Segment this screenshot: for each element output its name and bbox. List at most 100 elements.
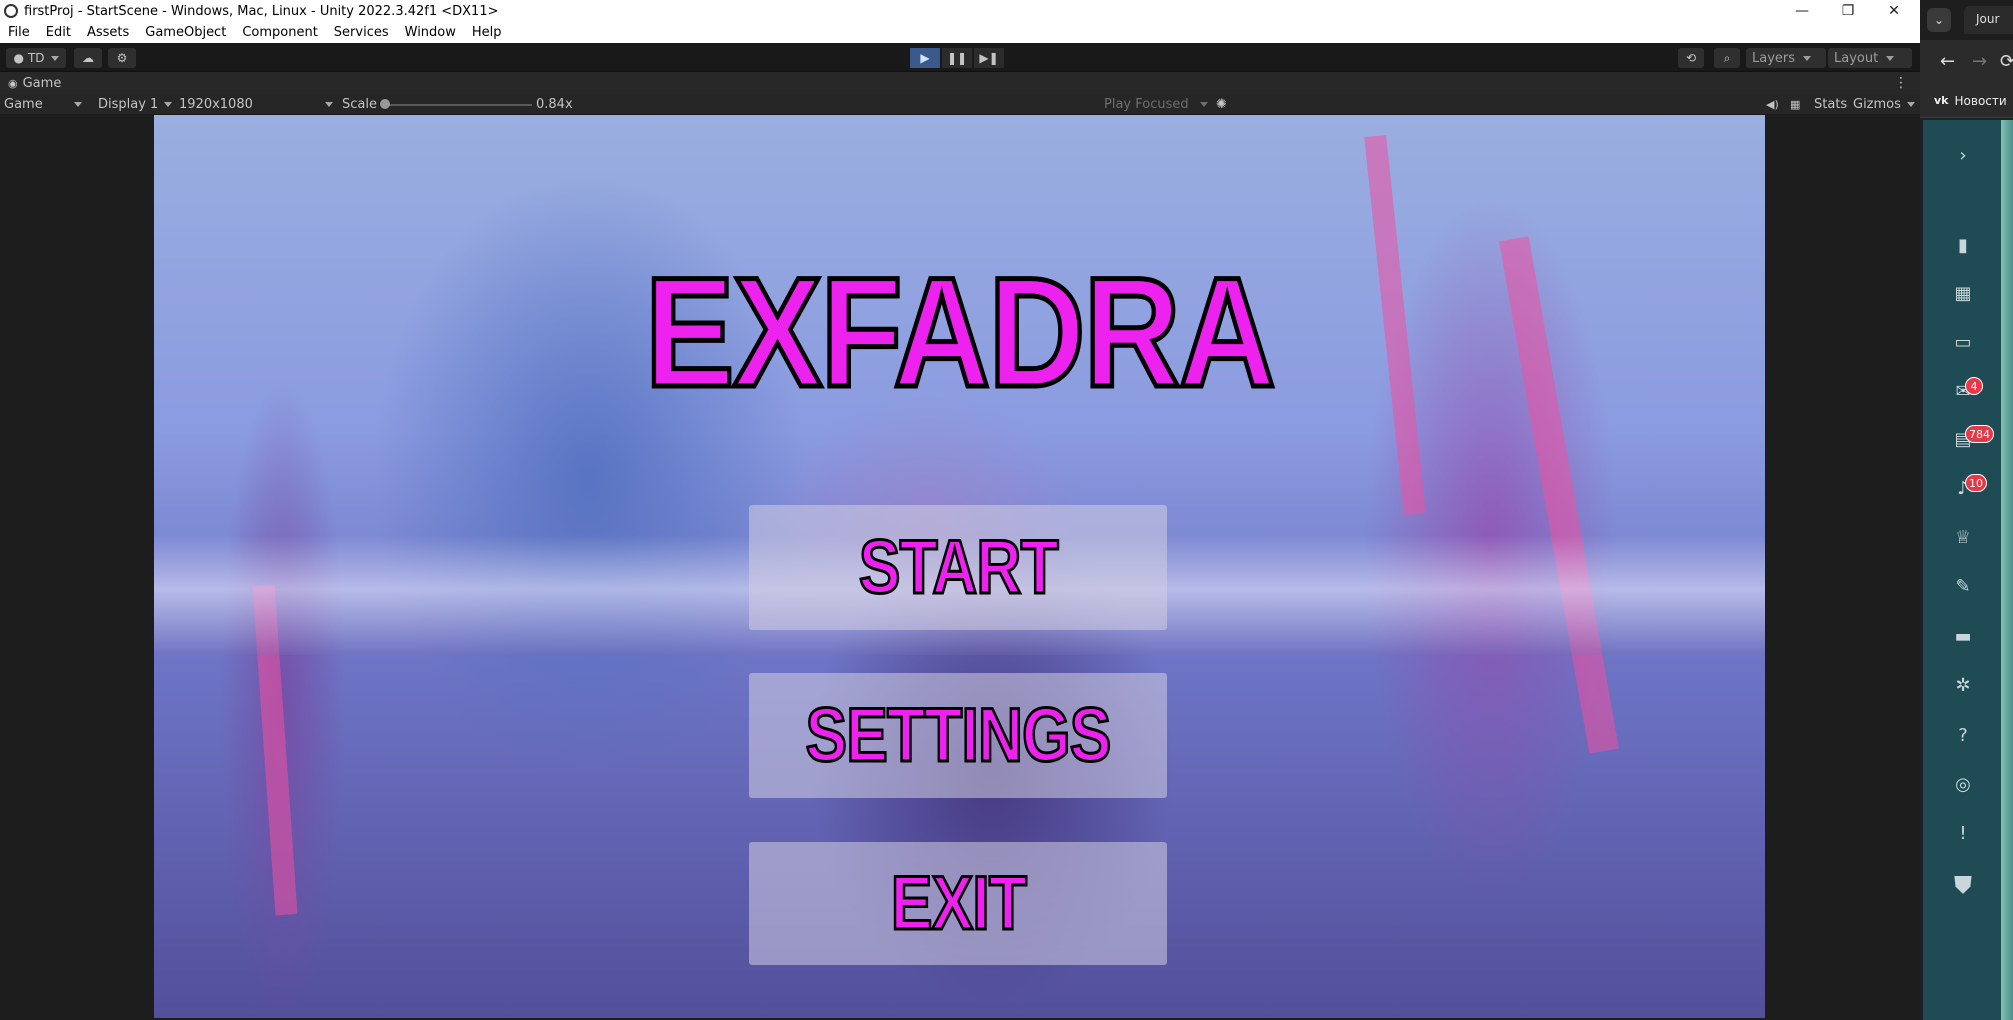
step-button[interactable]: ▶❚	[974, 48, 1004, 68]
notifications-badge: 10	[1965, 474, 1987, 492]
unity-logo-icon	[4, 4, 18, 18]
layout-dropdown[interactable]: Layout	[1828, 48, 1912, 68]
menu-edit[interactable]: Edit	[38, 25, 79, 40]
bug-icon[interactable]: ✲	[1950, 672, 1976, 698]
tab-game[interactable]: ◉ Game	[0, 72, 70, 94]
play-button[interactable]: ▶	[910, 48, 940, 68]
pause-button[interactable]: ❚❚	[942, 48, 972, 68]
browser-tab-strip: ⌄ Jour	[1920, 0, 2013, 40]
layout-label: Layout	[1834, 50, 1879, 66]
window-icon[interactable]: ▭	[1950, 329, 1976, 355]
game-view-toolbar: Game Display 1 1920x1080 Scale 0.84x Pla…	[0, 94, 1920, 115]
history-button[interactable]: ⟲	[1678, 48, 1704, 68]
settings-button[interactable]: SETTINGS	[749, 673, 1167, 798]
game-render[interactable]: EXFADRA START SETTINGS EXIT	[154, 115, 1765, 1018]
card-icon[interactable]: ▬	[1950, 623, 1976, 649]
gizmos-dropdown[interactable]: Gizmos	[1853, 94, 1915, 115]
display-label: Display 1	[98, 97, 159, 112]
bug-icon[interactable]: ✺	[1216, 94, 1227, 115]
stats-button[interactable]: Stats	[1814, 94, 1847, 115]
chevron-right-icon[interactable]: ›	[1950, 142, 1976, 168]
chevron-down-icon	[1907, 102, 1915, 107]
chevron-down-icon	[325, 102, 333, 107]
search-icon: ⌕	[1723, 50, 1731, 65]
restore-button[interactable]: ❐	[1826, 0, 1870, 22]
menu-services[interactable]: Services	[326, 25, 397, 40]
game-tab-bar: ◉ Game ⋮	[0, 72, 1920, 94]
shopping-bag-icon[interactable]: ⛊	[1950, 871, 1976, 899]
account-label: TD	[27, 51, 45, 65]
close-button[interactable]: ✕	[1872, 0, 1916, 22]
alert-icon[interactable]: !	[1950, 820, 1976, 846]
menu-window[interactable]: Window	[397, 25, 464, 40]
settings-icon[interactable]: ◎	[1950, 771, 1976, 797]
tab-game-label: Game	[22, 75, 62, 91]
audio-mute-icon[interactable]: ◀)	[1766, 94, 1779, 115]
messages-badge: 4	[1965, 377, 1983, 395]
layers-dropdown[interactable]: Layers	[1746, 48, 1826, 68]
scale-slider-track[interactable]	[384, 104, 532, 106]
calendar-icon[interactable]: ▦	[1950, 280, 1976, 306]
browser-tab[interactable]: Jour	[1964, 6, 2013, 34]
play-focused-dropdown[interactable]: Play Focused	[1104, 94, 1208, 115]
gear-icon: ⚙	[116, 51, 128, 65]
grid-icon[interactable]: ▦	[1790, 94, 1800, 115]
pen-icon[interactable]: ✎	[1950, 573, 1976, 599]
forward-icon[interactable]: →	[1972, 51, 1987, 72]
stats-icon[interactable]: ▮	[1950, 232, 1976, 258]
minimize-button[interactable]: —	[1780, 0, 1824, 22]
history-icon: ⟲	[1685, 51, 1697, 65]
menu-bar: File Edit Assets GameObject Component Se…	[0, 22, 1920, 43]
pause-icon: ❚❚	[946, 51, 968, 65]
scale-label: Scale	[342, 97, 377, 112]
title-bar: firstProj - StartScene - Windows, Mac, L…	[0, 0, 1920, 22]
browser-window: ⌄ Jour ← → ⟳ vk Новости › ▮ ▦ ▭ ✉ 4 ▤ 78…	[1920, 0, 2013, 1020]
vk-sidebar: › ▮ ▦ ▭ ✉ 4 ▤ 784 ♪ 10 ♕ ✎ ▬ ✲ ? ◎ ! ⛊	[1923, 120, 2001, 1020]
apps-badge: 784	[1965, 425, 1994, 443]
help-icon[interactable]: ?	[1950, 722, 1976, 748]
gamepad-icon: ◉	[8, 76, 18, 90]
cloud-icon: ☁	[82, 51, 94, 65]
menu-file[interactable]: File	[0, 25, 38, 40]
playmode-controls: ▶ ❚❚ ▶❚	[910, 48, 1004, 68]
page-content-edge	[2001, 120, 2013, 1020]
bookmark-news[interactable]: Новости	[1955, 94, 2007, 108]
chevron-down-icon	[1200, 102, 1208, 107]
view-mode-dropdown[interactable]: Game	[4, 94, 86, 115]
menu-component[interactable]: Component	[234, 25, 325, 40]
tab-search-button[interactable]: ⌄	[1927, 8, 1951, 32]
exit-button[interactable]: EXIT	[749, 842, 1167, 965]
play-icon: ▶	[920, 51, 930, 65]
trophy-icon[interactable]: ♕	[1950, 524, 1976, 550]
more-options-icon[interactable]: ⋮	[1894, 75, 1908, 91]
account-dropdown[interactable]: ● TD	[6, 48, 66, 68]
bookmarks-bar: vk Новости	[1920, 84, 2013, 118]
unity-editor-window: firstProj - StartScene - Windows, Mac, L…	[0, 0, 1920, 1020]
chevron-down-icon: ⌄	[1933, 13, 1945, 27]
start-button[interactable]: START	[749, 505, 1167, 630]
exit-button-label: EXIT	[889, 860, 1028, 948]
start-button-label: START	[857, 524, 1059, 612]
cloud-button[interactable]: ☁	[74, 48, 102, 68]
game-title: EXFADRA	[643, 246, 1278, 420]
chevron-down-icon	[50, 55, 59, 61]
menu-help[interactable]: Help	[464, 25, 510, 40]
layers-label: Layers	[1752, 50, 1796, 66]
scale-value: 0.84x	[536, 97, 573, 112]
window-title: firstProj - StartScene - Windows, Mac, L…	[24, 3, 499, 19]
search-button[interactable]: ⌕	[1714, 48, 1740, 68]
resolution-dropdown[interactable]: 1920x1080	[179, 94, 333, 115]
main-toolbar: ● TD ☁ ⚙ ▶ ❚❚ ▶❚ ⟲ ⌕ Layers Layout	[0, 43, 1920, 72]
chevron-down-icon	[164, 102, 172, 107]
play-focused-label: Play Focused	[1104, 97, 1189, 112]
reload-icon[interactable]: ⟳	[2000, 51, 2013, 72]
collab-button[interactable]: ⚙	[108, 48, 136, 68]
display-dropdown[interactable]: Display 1	[98, 94, 172, 115]
account-icon: ●	[13, 51, 24, 65]
scale-slider-handle[interactable]	[380, 99, 390, 109]
back-icon[interactable]: ←	[1940, 51, 1955, 72]
vk-icon: vk	[1934, 94, 1949, 107]
gizmos-label: Gizmos	[1853, 97, 1901, 112]
menu-assets[interactable]: Assets	[79, 25, 137, 40]
menu-gameobject[interactable]: GameObject	[137, 25, 234, 40]
